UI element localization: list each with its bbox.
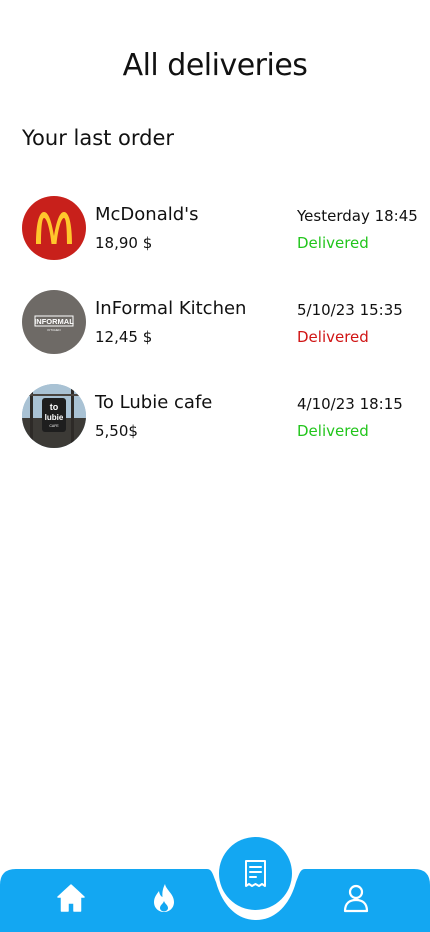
to-lubie-cafe-photo: to lubie CAFE [22,384,86,448]
orders-button[interactable] [219,837,292,910]
order-date: 5/10/23 15:35 [297,301,403,319]
svg-text:CAFE: CAFE [49,424,59,428]
page-title: All deliveries [122,48,308,83]
svg-text:to: to [50,402,59,412]
order-price: 18,90 $ [95,234,153,252]
fire-icon[interactable] [148,882,180,914]
order-date: Yesterday 18:45 [297,207,418,225]
order-item-to-lubie-cafe[interactable]: to lubie CAFE To Lubie cafe 5,50$ 4/10/2… [22,384,422,448]
order-status: Delivered [297,328,369,346]
order-item-informal-kitchen[interactable]: INFORMAL KITCHEN InFormal Kitchen 12,45 … [22,290,422,354]
svg-text:lubie: lubie [45,413,64,422]
mcdonalds-logo [22,196,86,260]
restaurant-name: InFormal Kitchen [95,298,247,319]
order-price: 12,45 $ [95,328,153,346]
order-item-mcdonalds[interactable]: McDonald's 18,90 $ Yesterday 18:45 Deliv… [22,196,422,260]
svg-text:KITCHEN: KITCHEN [47,328,60,332]
order-status: Delivered [297,422,369,440]
order-status: Delivered [297,234,369,252]
home-icon[interactable] [55,882,87,914]
profile-icon[interactable] [340,882,372,914]
svg-text:INFORMAL: INFORMAL [34,317,74,326]
restaurant-name: To Lubie cafe [95,392,213,413]
order-price: 5,50$ [95,422,138,440]
informal-kitchen-logo: INFORMAL KITCHEN [22,290,86,354]
section-title: Your last order [22,126,175,150]
order-date: 4/10/23 18:15 [297,395,403,413]
restaurant-name: McDonald's [95,204,199,225]
receipt-icon [245,860,266,887]
